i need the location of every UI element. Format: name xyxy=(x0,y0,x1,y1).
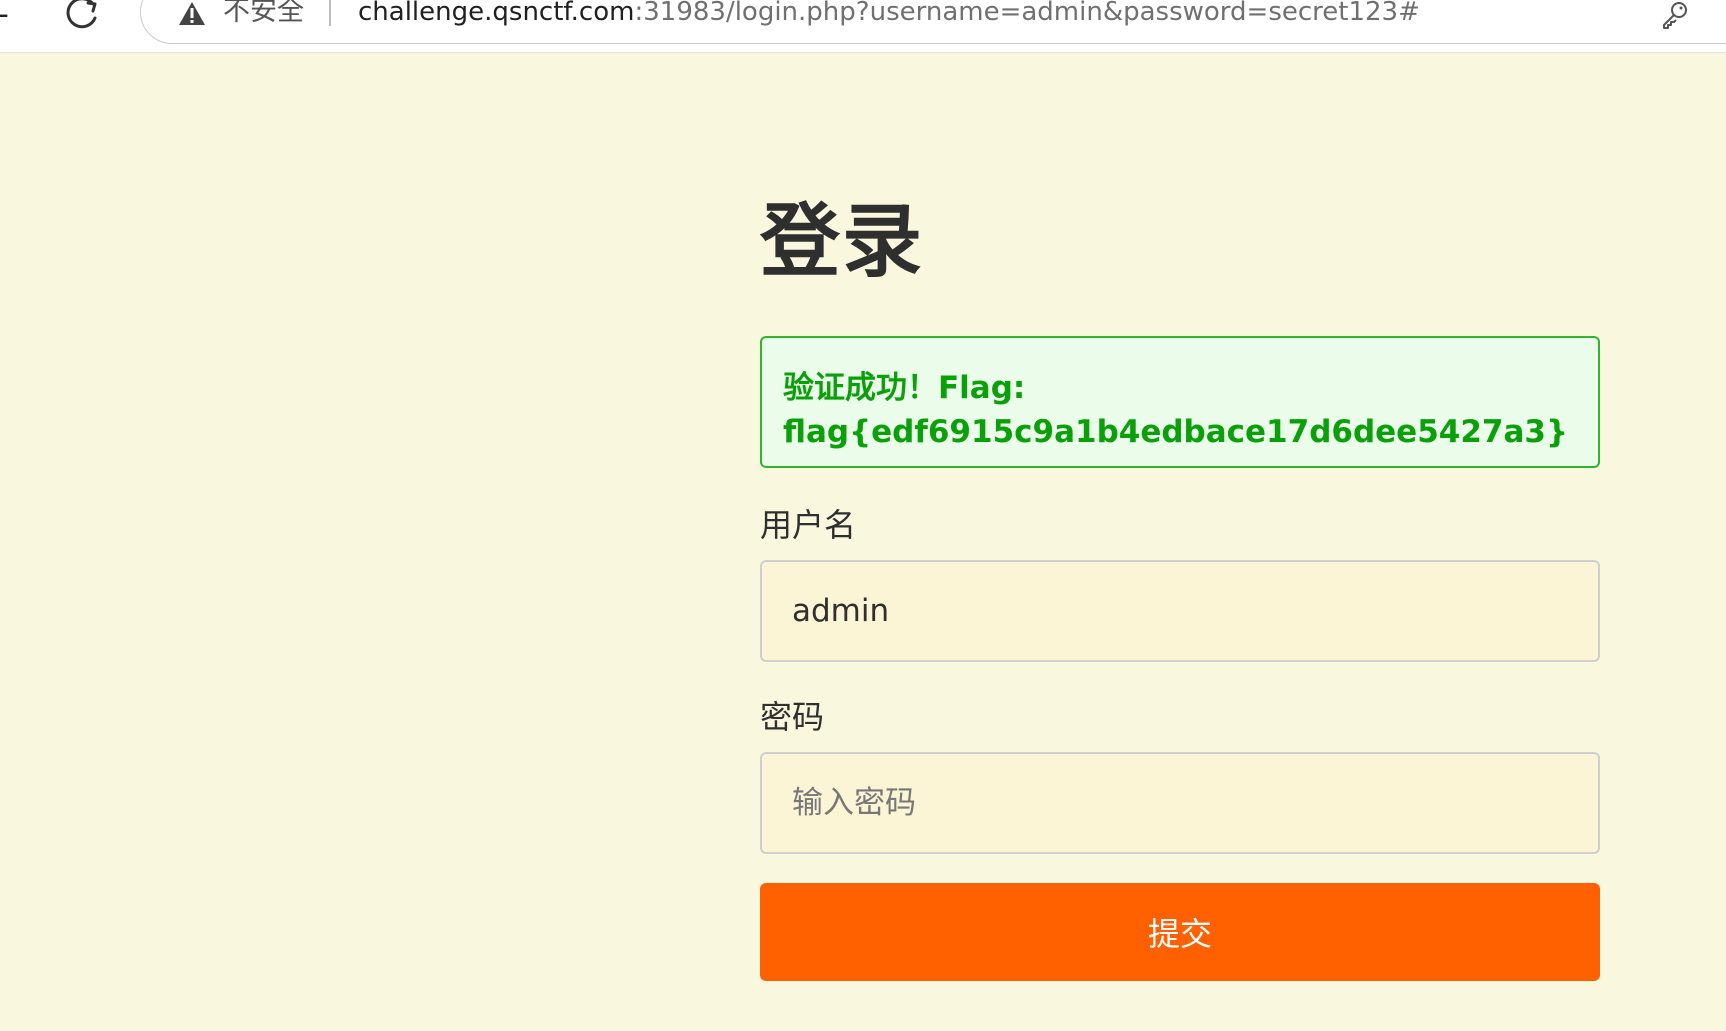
page-title: 登录 xyxy=(760,195,924,288)
success-alert: 验证成功！Flag: flag{edf6915c9a1b4edbace17d6d… xyxy=(760,336,1600,468)
address-separator xyxy=(329,0,331,26)
flag-value: flag{edf6915c9a1b4edbace17d6dee5427a3} xyxy=(783,414,1569,450)
username-label: 用户名 xyxy=(760,506,857,544)
url-text[interactable]: challenge.qsnctf.com:31983/login.php?use… xyxy=(358,0,1420,30)
username-input[interactable] xyxy=(760,560,1600,662)
password-label: 密码 xyxy=(760,698,825,736)
submit-button[interactable]: 提交 xyxy=(760,883,1600,981)
url-path: :31983/login.php?username=admin&password… xyxy=(634,0,1420,27)
key-icon[interactable] xyxy=(1660,0,1690,30)
security-status-label[interactable]: 不安全 xyxy=(223,0,304,30)
reload-icon[interactable] xyxy=(64,0,104,32)
url-host: challenge.qsnctf.com xyxy=(358,0,635,27)
warning-icon[interactable] xyxy=(178,0,206,28)
password-input[interactable] xyxy=(760,752,1600,854)
browser-toolbar: - 不安全 challenge.qsnctf.com:31983/login.p… xyxy=(0,0,1726,53)
back-button-fragment[interactable]: - xyxy=(0,0,9,30)
success-message: 验证成功！Flag: xyxy=(783,370,1026,406)
